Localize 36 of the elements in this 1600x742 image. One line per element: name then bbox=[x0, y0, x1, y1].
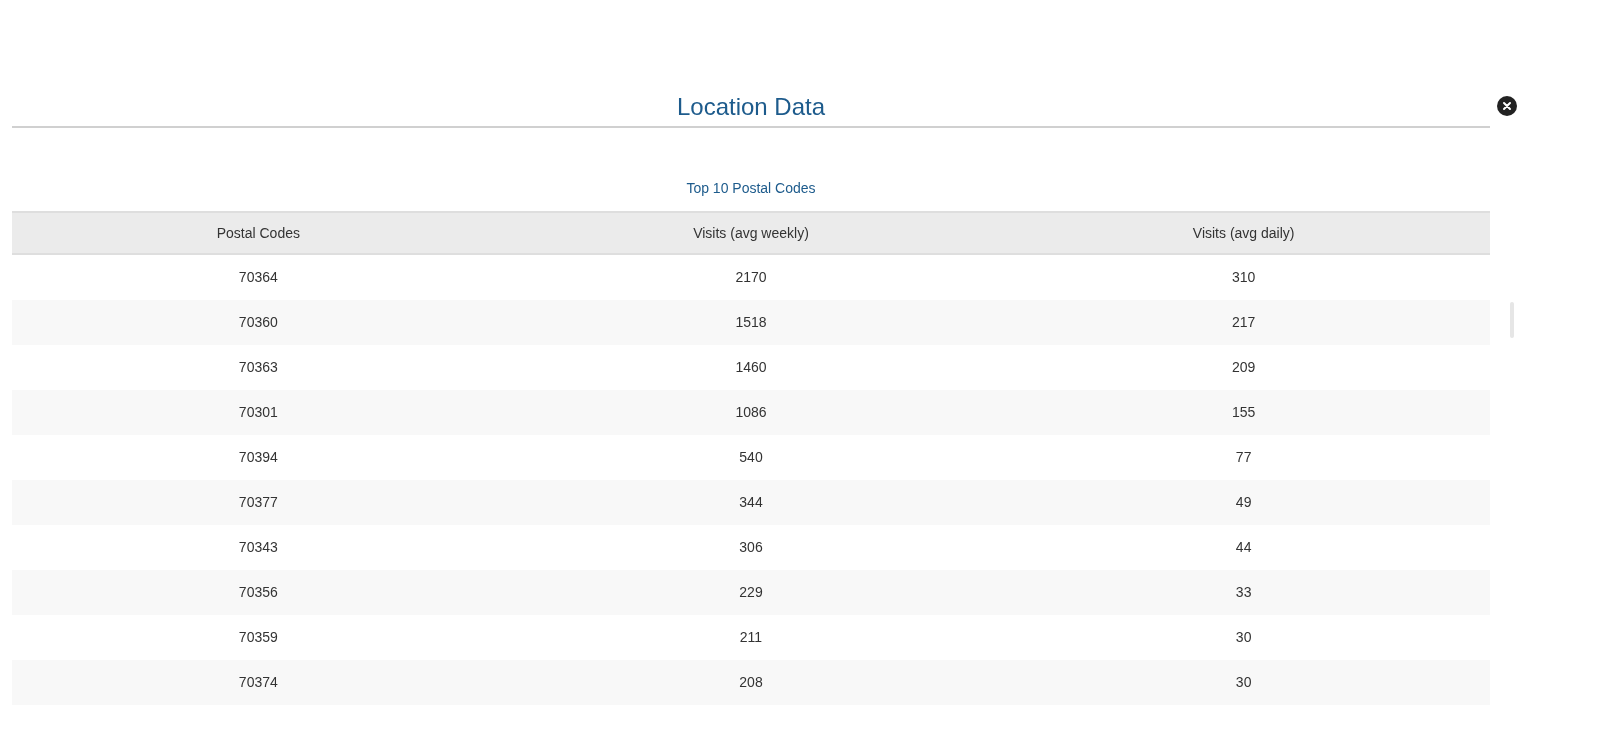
table-cell-text: 70394 bbox=[238, 448, 278, 467]
table-cell-text: 1086 bbox=[735, 403, 767, 422]
table-cell-text: 70359 bbox=[238, 628, 278, 647]
table-cell-text: 2170 bbox=[735, 268, 767, 287]
table-cell-text: 70363 bbox=[238, 358, 278, 377]
table-cell-text: 1460 bbox=[735, 358, 767, 377]
table-cell-text: 70374 bbox=[238, 673, 278, 692]
table-cell-text: 344 bbox=[739, 493, 763, 512]
table-cell-text: 209 bbox=[1231, 358, 1256, 377]
table-cell-text: 70343 bbox=[238, 538, 278, 557]
dialog-title: Location Data bbox=[676, 92, 826, 122]
table-cell-text: 1518 bbox=[735, 313, 767, 332]
table-cell-text: 70377 bbox=[238, 493, 278, 512]
table-cell-text: 70356 bbox=[238, 583, 278, 602]
column-header: Postal Codes bbox=[216, 223, 300, 243]
table-cell-text: 33 bbox=[1235, 583, 1252, 602]
table-cell-text: 211 bbox=[739, 628, 763, 647]
table-cell-text: 310 bbox=[1231, 268, 1256, 287]
close-icon[interactable] bbox=[1497, 96, 1517, 116]
table-cell-text: 30 bbox=[1235, 628, 1252, 647]
table-cell-text: 229 bbox=[739, 583, 763, 602]
table-cell-text: 306 bbox=[739, 538, 763, 557]
table-cell-text: 70360 bbox=[238, 313, 278, 332]
table-cell-text: 77 bbox=[1235, 448, 1252, 467]
table-cell-text: 155 bbox=[1231, 403, 1256, 422]
table-cell-text: 49 bbox=[1235, 493, 1252, 512]
table-cell-text: 70301 bbox=[238, 403, 278, 422]
table-cell-text: 208 bbox=[739, 673, 763, 692]
table-caption: Top 10 Postal Codes bbox=[686, 179, 816, 198]
table-cell-text: 30 bbox=[1235, 673, 1252, 692]
column-header: Visits (avg daily) bbox=[1192, 223, 1295, 243]
column-header: Visits (avg weekly) bbox=[693, 223, 809, 243]
table-cell-text: 540 bbox=[739, 448, 763, 467]
table-cell-text: 70364 bbox=[238, 268, 278, 287]
table-cell-text: 217 bbox=[1231, 313, 1256, 332]
table-cell-text: 44 bbox=[1235, 538, 1252, 557]
